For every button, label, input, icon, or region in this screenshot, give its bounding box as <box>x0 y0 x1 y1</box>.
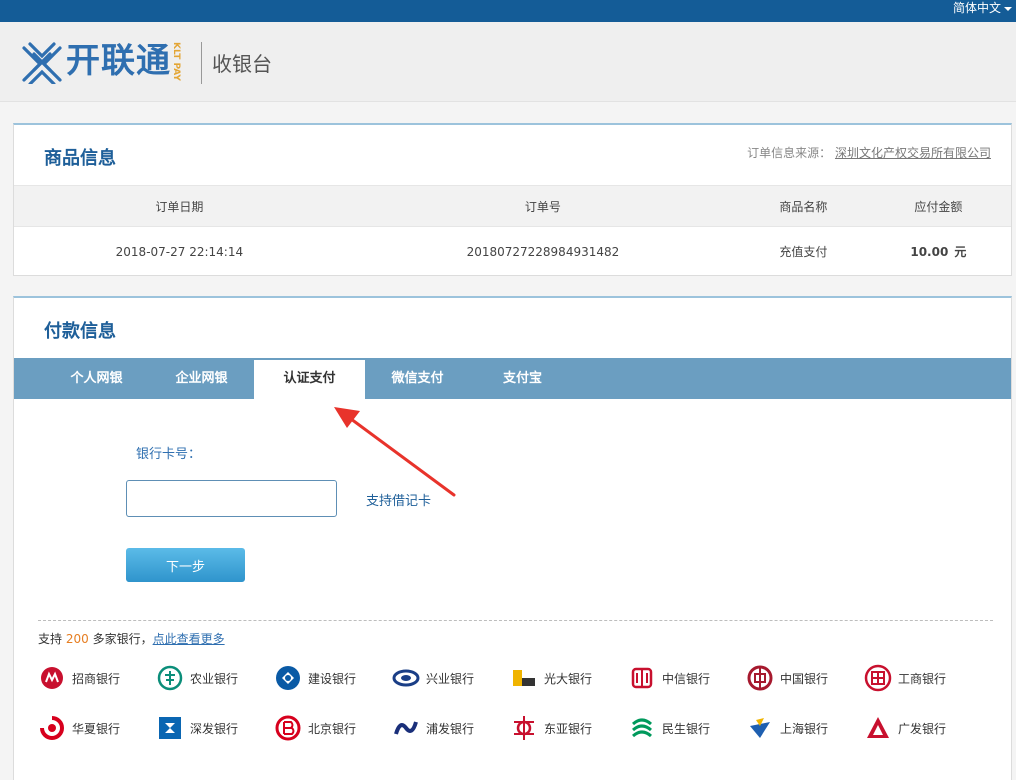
ceb-icon <box>510 664 538 692</box>
bank-name: 招商银行 <box>72 671 121 686</box>
cmbc-icon <box>628 714 656 742</box>
order-number: 20180727228984931482 <box>466 244 620 259</box>
bank-item[interactable]: 光大银行 <box>510 664 628 692</box>
tab-verified-payment[interactable]: 认证支付 <box>254 358 365 399</box>
bank-name: 农业银行 <box>190 671 239 686</box>
tab-wechat-pay[interactable]: 微信支付 <box>365 358 470 399</box>
bank-item[interactable]: 浦发银行 <box>392 714 510 742</box>
bank-item[interactable]: 北京银行 <box>274 714 392 742</box>
order-source-link[interactable]: 深圳文化产权交易所有限公司 <box>835 146 991 160</box>
bank-item[interactable]: 中信银行 <box>628 664 746 692</box>
language-label: 简体中文 <box>952 1 1001 15</box>
cgb-icon <box>864 714 892 742</box>
bank-support-note: 支持 200 多家银行，点此查看更多 <box>38 630 225 647</box>
bank-name: 中信银行 <box>662 671 711 686</box>
bank-item[interactable]: 兴业银行 <box>392 664 510 692</box>
goods-info-card: 商品信息 订单信息来源： 深圳文化产权交易所有限公司 订单日期 订单号 商品名称… <box>13 123 1012 276</box>
sdb-icon <box>156 714 184 742</box>
bank-note-prefix: 支持 <box>38 632 63 646</box>
order-date: 2018-07-27 22:14:14 <box>115 244 244 259</box>
bosh-icon <box>746 714 774 742</box>
amount-due: 10.00 元 <box>866 227 1011 277</box>
bank-item[interactable]: 华夏银行 <box>38 714 156 742</box>
logo-subtext: KLT PAY <box>171 42 181 81</box>
bank-name: 建设银行 <box>308 671 357 686</box>
column-header: 订单日期 <box>14 185 345 227</box>
bank-item[interactable]: 工商银行 <box>864 664 982 692</box>
bank-name: 深发银行 <box>190 721 239 736</box>
boc-icon <box>746 664 774 692</box>
bank-name: 兴业银行 <box>426 671 475 686</box>
spdb-icon <box>392 714 420 742</box>
payment-info-title: 付款信息 <box>44 321 116 342</box>
payment-info-card: 付款信息 个人网银 企业网银 认证支付 微信支付 支付宝 银行卡号： 支持借记卡… <box>13 296 1012 780</box>
bank-item[interactable]: 广发银行 <box>864 714 982 742</box>
divider <box>38 620 993 621</box>
amount-unit: 元 <box>954 245 967 260</box>
header-divider <box>201 42 202 84</box>
bank-item[interactable]: 东亚银行 <box>510 714 628 742</box>
bank-name: 光大银行 <box>544 671 593 686</box>
bank-name: 中国银行 <box>780 671 829 686</box>
bank-item[interactable]: 上海银行 <box>746 714 864 742</box>
bank-item[interactable]: 建设银行 <box>274 664 392 692</box>
order-table: 订单日期 订单号 商品名称 应付金额 2018-07-27 22:14:14 2… <box>14 185 1011 277</box>
table-row: 2018-07-27 22:14:14 20180727228984931482… <box>14 227 1011 277</box>
card-number-label: 银行卡号： <box>136 447 202 462</box>
bank-item[interactable]: 招商银行 <box>38 664 156 692</box>
bank-name: 上海银行 <box>780 721 829 736</box>
tab-corporate-banking[interactable]: 企业网银 <box>149 358 254 399</box>
order-source: 订单信息来源： 深圳文化产权交易所有限公司 <box>747 144 991 161</box>
bob-icon <box>274 714 302 742</box>
citic-icon <box>628 664 656 692</box>
logo-text: 开联通 <box>66 41 171 81</box>
tab-personal-banking[interactable]: 个人网银 <box>44 358 149 399</box>
hxb-icon <box>38 714 66 742</box>
bank-name: 北京银行 <box>308 721 357 736</box>
language-selector[interactable]: 简体中文 <box>953 0 1012 22</box>
bank-item[interactable]: 民生银行 <box>628 714 746 742</box>
chevron-down-icon <box>1004 7 1012 11</box>
next-step-button[interactable]: 下一步 <box>126 548 245 582</box>
bank-note-suffix: 多家银行， <box>92 632 153 646</box>
bank-name: 东亚银行 <box>544 721 593 736</box>
top-bar: 简体中文 <box>0 0 1016 22</box>
cmb-icon <box>38 664 66 692</box>
table-header-row: 订单日期 订单号 商品名称 应付金额 <box>14 185 1011 227</box>
product-name: 充值支付 <box>779 245 828 260</box>
bank-name: 浦发银行 <box>426 721 475 736</box>
bank-item[interactable]: 农业银行 <box>156 664 274 692</box>
amount-value: 10.00 <box>910 245 949 260</box>
header: 开联通 KLT PAY 收银台 <box>0 22 1016 102</box>
column-header: 订单号 <box>344 185 742 227</box>
page-title: 收银台 <box>212 52 272 76</box>
bank-name: 工商银行 <box>898 671 947 686</box>
bank-name: 广发银行 <box>898 721 947 736</box>
bank-name: 华夏银行 <box>72 721 121 736</box>
payment-tabs: 个人网银 企业网银 认证支付 微信支付 支付宝 <box>14 358 1011 399</box>
column-header: 应付金额 <box>865 185 1011 227</box>
cib-icon <box>392 664 420 692</box>
support-debit-text: 支持借记卡 <box>366 494 432 509</box>
column-header: 商品名称 <box>741 185 866 227</box>
order-source-label: 订单信息来源： <box>747 146 832 160</box>
card-number-input[interactable] <box>126 480 337 517</box>
bank-item[interactable]: 深发银行 <box>156 714 274 742</box>
bank-name: 民生银行 <box>662 721 711 736</box>
ccb-icon <box>274 664 302 692</box>
view-more-banks-link[interactable]: 点此查看更多 <box>153 632 225 646</box>
klt-logo-icon <box>22 42 62 84</box>
bea-icon <box>510 714 538 742</box>
goods-info-title: 商品信息 <box>44 148 116 169</box>
abc-icon <box>156 664 184 692</box>
icbc-icon <box>864 664 892 692</box>
bank-item[interactable]: 中国银行 <box>746 664 864 692</box>
bank-count: 200 <box>65 632 89 646</box>
tab-alipay[interactable]: 支付宝 <box>470 358 575 399</box>
bank-list: 招商银行 农业银行 建设银行 兴业银行 光大银行 中信银行 中国银行 工商银行华夏银行 深发银行… <box>38 664 988 742</box>
